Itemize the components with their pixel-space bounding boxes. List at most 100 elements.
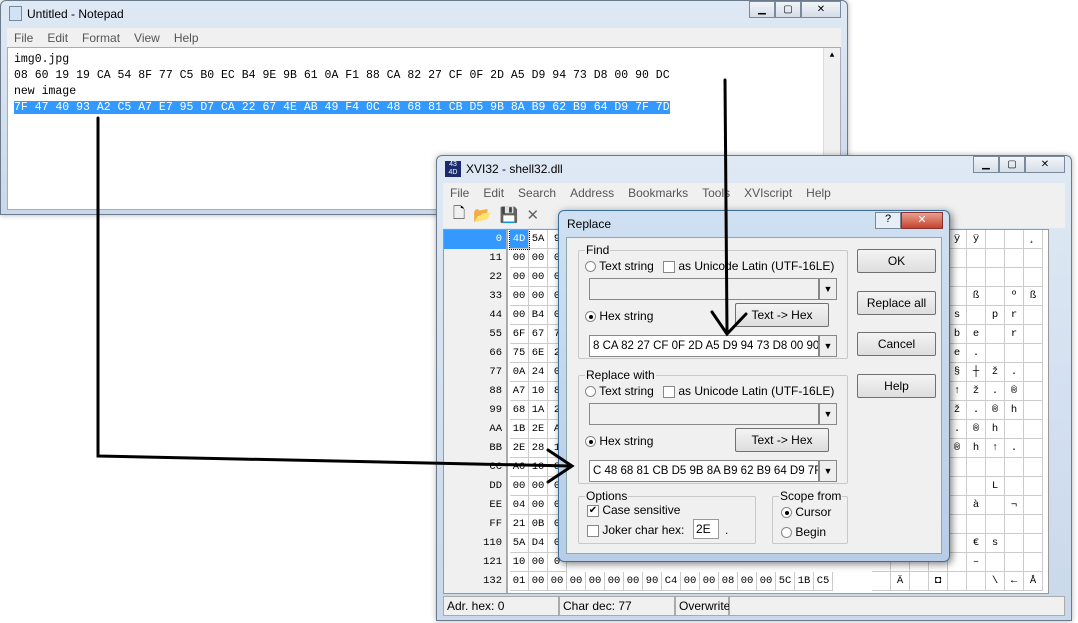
char-cell[interactable] bbox=[1024, 496, 1043, 515]
char-cell[interactable] bbox=[1024, 553, 1043, 572]
char-cell[interactable]: e bbox=[948, 344, 967, 363]
char-cell[interactable] bbox=[986, 458, 1005, 477]
char-cell[interactable] bbox=[986, 249, 1005, 268]
char-cell[interactable] bbox=[1005, 344, 1024, 363]
char-cell[interactable] bbox=[986, 553, 1005, 572]
char-cell[interactable]: . bbox=[986, 382, 1005, 401]
hex-cell[interactable]: 1B bbox=[795, 572, 814, 591]
hex-cell[interactable]: 2E bbox=[510, 439, 529, 458]
replace-hex-string-radio[interactable]: Hex string bbox=[585, 434, 653, 448]
char-cell[interactable]: h bbox=[986, 420, 1005, 439]
find-text-string-radio[interactable]: Text string bbox=[585, 259, 654, 273]
menu-help[interactable]: Help bbox=[167, 31, 206, 45]
hex-cell[interactable]: 00 bbox=[529, 287, 548, 306]
save-icon[interactable]: 💾 bbox=[500, 206, 519, 224]
hex-cell[interactable]: C4 bbox=[662, 572, 681, 591]
maximize-button[interactable]: ▢ bbox=[999, 156, 1025, 173]
menu-format[interactable]: Format bbox=[75, 31, 127, 45]
hex-cell[interactable]: B4 bbox=[529, 306, 548, 325]
char-cell[interactable] bbox=[1005, 230, 1024, 249]
hex-cell[interactable]: 00 bbox=[510, 306, 529, 325]
replace-hex-input[interactable]: C 48 68 81 CB D5 9B 8A B9 62 B9 64 D9 7F… bbox=[589, 460, 819, 482]
row-address[interactable]: 99 bbox=[444, 401, 506, 420]
close-button[interactable]: ✕ bbox=[801, 1, 841, 18]
char-cell[interactable]: ◘ bbox=[929, 572, 948, 591]
char-cell[interactable]: h bbox=[967, 439, 986, 458]
hex-cell[interactable]: 24 bbox=[529, 363, 548, 382]
char-cell[interactable] bbox=[1024, 477, 1043, 496]
hex-cell[interactable]: 0A bbox=[510, 363, 529, 382]
char-cell[interactable]: \ bbox=[986, 572, 1005, 591]
char-cell[interactable] bbox=[948, 534, 967, 553]
hex-cell[interactable]: 00 bbox=[510, 268, 529, 287]
hex-cell[interactable]: 10 bbox=[529, 382, 548, 401]
row-address[interactable]: 0 bbox=[444, 230, 506, 249]
char-cell[interactable] bbox=[948, 572, 967, 591]
hex-cell[interactable]: 00 bbox=[586, 572, 605, 591]
hex-cell[interactable]: 00 bbox=[529, 477, 548, 496]
row-address[interactable]: FF bbox=[444, 515, 506, 534]
row-address[interactable]: 55 bbox=[444, 325, 506, 344]
char-cell[interactable]: s bbox=[948, 306, 967, 325]
hex-cell[interactable]: A0 bbox=[510, 458, 529, 477]
open-folder-icon[interactable]: 📂 bbox=[473, 206, 492, 224]
hex-cell[interactable]: 5A bbox=[529, 230, 548, 249]
hex-cell[interactable]: 5A bbox=[510, 534, 529, 553]
replace-text-input[interactable] bbox=[589, 403, 819, 425]
char-cell[interactable]: p bbox=[986, 306, 1005, 325]
scope-cursor-radio[interactable]: Cursor bbox=[781, 505, 831, 519]
hex-cell[interactable]: D4 bbox=[529, 534, 548, 553]
cancel-button[interactable]: Cancel bbox=[857, 332, 936, 356]
char-cell[interactable]: r bbox=[1005, 325, 1024, 344]
char-cell[interactable] bbox=[986, 325, 1005, 344]
char-cell[interactable]: ® bbox=[1005, 382, 1024, 401]
row-address[interactable]: 121 bbox=[444, 553, 506, 572]
menu-edit[interactable]: Edit bbox=[476, 186, 511, 200]
menu-file[interactable]: File bbox=[443, 186, 476, 200]
char-cell[interactable] bbox=[986, 515, 1005, 534]
hex-cell[interactable]: 75 bbox=[510, 344, 529, 363]
char-cell[interactable] bbox=[967, 268, 986, 287]
char-cell[interactable]: ž bbox=[986, 363, 1005, 382]
row-address[interactable]: 22 bbox=[444, 268, 506, 287]
char-cell[interactable]: ÿ bbox=[948, 230, 967, 249]
hex-cell[interactable]: 2E bbox=[529, 420, 548, 439]
char-cell[interactable] bbox=[948, 287, 967, 306]
row-address[interactable]: 33 bbox=[444, 287, 506, 306]
hex-cell[interactable]: 1B bbox=[510, 420, 529, 439]
chevron-down-icon[interactable]: ▼ bbox=[819, 278, 837, 300]
char-cell[interactable]: Å bbox=[1024, 572, 1043, 591]
hex-cell[interactable]: 00 bbox=[738, 572, 757, 591]
char-cell[interactable]: ß bbox=[967, 287, 986, 306]
char-cell[interactable] bbox=[948, 458, 967, 477]
hex-cell[interactable]: A7 bbox=[510, 382, 529, 401]
char-cell[interactable] bbox=[1024, 534, 1043, 553]
char-cell[interactable]: . bbox=[1005, 363, 1024, 382]
joker-checkbox[interactable]: Joker char hex: bbox=[587, 523, 684, 537]
char-cell[interactable] bbox=[1024, 515, 1043, 534]
hex-cell[interactable]: 00 bbox=[700, 572, 719, 591]
row-address[interactable]: 110 bbox=[444, 534, 506, 553]
hex-cell[interactable]: 6E bbox=[529, 344, 548, 363]
row-address[interactable]: 66 bbox=[444, 344, 506, 363]
hex-cell[interactable]: 90 bbox=[643, 572, 662, 591]
char-cell[interactable]: h bbox=[1005, 401, 1024, 420]
char-cell[interactable] bbox=[967, 572, 986, 591]
replace-text-to-hex-button[interactable]: Text -> Hex bbox=[735, 428, 829, 452]
char-cell[interactable]: . bbox=[948, 420, 967, 439]
hex-cell[interactable]: 6F bbox=[510, 325, 529, 344]
find-unicode-checkbox[interactable]: as Unicode Latin (UTF-16LE) bbox=[663, 259, 834, 273]
char-cell[interactable] bbox=[1024, 363, 1043, 382]
hex-cell[interactable]: 00 bbox=[529, 572, 548, 591]
char-cell[interactable] bbox=[1024, 382, 1043, 401]
row-address[interactable]: 44 bbox=[444, 306, 506, 325]
char-cell[interactable] bbox=[986, 496, 1005, 515]
char-cell[interactable] bbox=[1024, 401, 1043, 420]
char-cell[interactable]: § bbox=[948, 363, 967, 382]
char-cell[interactable] bbox=[948, 515, 967, 534]
row-address[interactable]: 88 bbox=[444, 382, 506, 401]
char-cell[interactable]: . bbox=[967, 401, 986, 420]
row-address[interactable]: EE bbox=[444, 496, 506, 515]
minimize-button[interactable]: ▁ bbox=[749, 1, 775, 18]
char-cell[interactable] bbox=[1005, 477, 1024, 496]
